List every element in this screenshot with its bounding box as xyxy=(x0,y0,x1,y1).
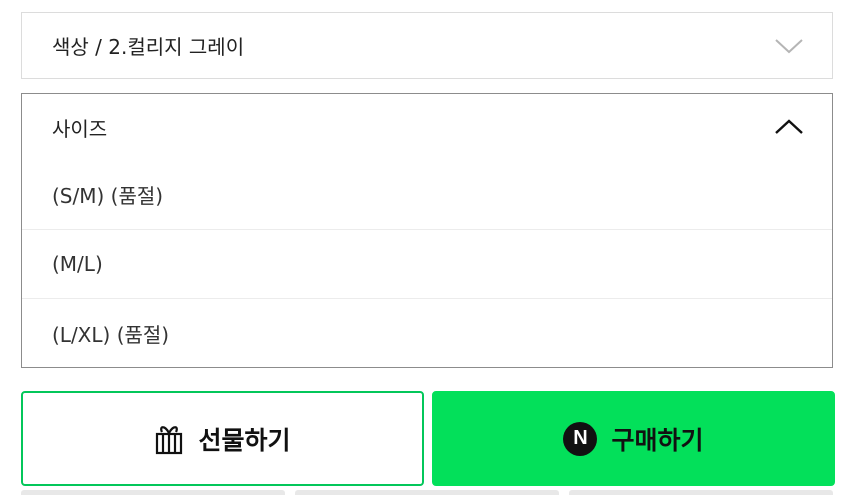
size-option-lxl[interactable]: (L/XL) (품절) xyxy=(22,298,832,367)
bottom-tab-3[interactable] xyxy=(569,490,833,495)
chevron-down-icon xyxy=(775,38,803,53)
size-option-label: (L/XL) (품절) xyxy=(52,322,170,347)
purchase-options-panel: 색상 / 2.컬리지 그레이 사이즈 (S/M) (품절) (M/L) (L/X… xyxy=(0,0,850,495)
gift-button-label: 선물하기 xyxy=(198,425,291,455)
size-select[interactable]: 사이즈 xyxy=(21,93,833,161)
size-option-ml[interactable]: (M/L) xyxy=(22,229,832,298)
gift-icon xyxy=(154,423,184,455)
gift-button[interactable]: 선물하기 xyxy=(21,391,424,486)
color-select[interactable]: 색상 / 2.컬리지 그레이 xyxy=(21,12,833,79)
bottom-tab-1[interactable] xyxy=(21,490,285,495)
size-select-label: 사이즈 xyxy=(52,116,108,141)
chevron-up-icon xyxy=(775,119,803,134)
buy-button-label: 구매하기 xyxy=(611,425,704,455)
color-select-value: 색상 / 2.컬리지 그레이 xyxy=(52,35,245,59)
size-options-list: (S/M) (품절) (M/L) (L/XL) (품절) xyxy=(21,160,833,368)
bottom-tab-2[interactable] xyxy=(295,490,559,495)
size-option-label: (S/M) (품절) xyxy=(52,184,164,208)
buy-button[interactable]: N 구매하기 xyxy=(432,391,835,486)
size-option-sm[interactable]: (S/M) (품절) xyxy=(22,160,832,229)
size-option-label: (M/L) xyxy=(52,252,103,276)
naver-n-icon: N xyxy=(563,421,598,456)
